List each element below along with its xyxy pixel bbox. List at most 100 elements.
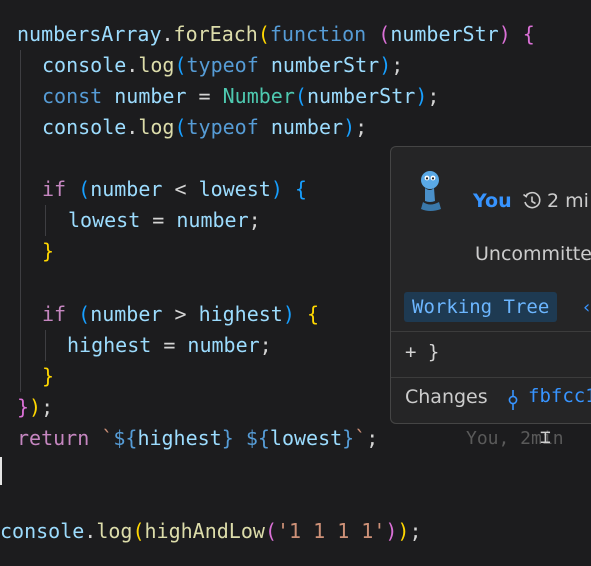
code-token: ( — [257, 22, 270, 46]
code-token: ( — [294, 84, 307, 108]
git-avatar-icon — [421, 171, 441, 211]
code-token: const — [42, 84, 103, 108]
code-token: numberStr — [270, 53, 380, 77]
code-token: ) — [498, 22, 511, 46]
code-line[interactable]: } — [42, 361, 54, 392]
code-token: function — [269, 22, 367, 46]
commit-author[interactable]: You — [473, 190, 512, 212]
code-token: ( — [78, 177, 91, 201]
code-token: ) — [379, 53, 392, 77]
code-token: ) — [397, 519, 410, 543]
code-line[interactable]: console.log(highAndLow('1 1 1 1')); — [0, 516, 422, 547]
code-token: typeof — [186, 53, 259, 77]
code-token: . — [126, 115, 139, 139]
code-line[interactable]: return `${highest} ${lowest}`; — [17, 423, 378, 454]
code-token: Number — [222, 84, 295, 108]
code-line[interactable]: if (number > highest) { — [42, 299, 319, 330]
code-token: console — [42, 115, 127, 139]
code-line[interactable]: } — [42, 236, 54, 267]
code-token: ; — [391, 53, 404, 77]
code-token: ; — [409, 519, 422, 543]
code-line[interactable]: console.log(typeof numberStr); — [42, 50, 403, 81]
code-token: ; — [41, 395, 54, 419]
divider — [391, 377, 591, 378]
git-blame-hover-card[interactable]: You 2 mi Uncommitte Working Tree ‹ + } C… — [390, 146, 591, 424]
code-token: ${ — [245, 426, 270, 450]
changes-label: Changes — [405, 386, 488, 408]
code-line[interactable]: highest = number; — [67, 330, 272, 361]
code-token: number — [176, 208, 249, 232]
code-token: } — [17, 395, 30, 419]
code-line[interactable]: lowest = number; — [68, 205, 261, 236]
code-token: ) — [270, 177, 283, 201]
code-token: lowest — [269, 426, 343, 450]
code-token: numberStr — [390, 22, 499, 46]
code-line[interactable]: console.log(typeof number); — [42, 112, 367, 143]
code-token: } — [42, 364, 55, 388]
code-token: number — [187, 333, 260, 357]
code-token: ) — [343, 115, 356, 139]
code-token: log — [138, 53, 175, 77]
commit-message: Uncommitte — [475, 243, 591, 265]
code-token: . — [161, 22, 174, 46]
code-token: ${ — [113, 426, 138, 450]
code-token: return — [17, 426, 90, 450]
code-token: { — [294, 177, 307, 201]
code-token: console — [42, 53, 127, 77]
code-line[interactable]: const number = Number(numberStr); — [42, 81, 439, 112]
code-line[interactable]: }); — [17, 392, 53, 423]
code-token: = — [140, 208, 177, 232]
working-tree-tag[interactable]: Working Tree — [404, 292, 558, 322]
code-token: highAndLow — [144, 519, 265, 543]
text-cursor-icon: ⌶ — [540, 427, 551, 448]
code-token: highest — [198, 302, 283, 326]
code-token: . — [126, 53, 139, 77]
code-token: { — [306, 302, 319, 326]
code-token: number — [90, 177, 163, 201]
code-token: console — [0, 519, 85, 543]
code-token: = — [151, 333, 188, 357]
history-clock-icon — [523, 191, 541, 209]
code-token: highest — [137, 426, 222, 450]
code-token: ) — [282, 302, 295, 326]
code-token: ) — [385, 519, 398, 543]
code-token: ` — [354, 426, 367, 450]
code-token: highest — [67, 333, 152, 357]
code-token: ; — [355, 115, 368, 139]
indent-guide — [45, 330, 46, 361]
code-line[interactable]: if (number < lowest) { — [42, 174, 307, 205]
code-token: ( — [264, 519, 277, 543]
code-token: ) — [29, 395, 42, 419]
code-token: numberStr — [306, 84, 416, 108]
git-commit-icon — [508, 390, 518, 410]
diff-preview: + } — [405, 341, 440, 363]
code-token: log — [138, 115, 175, 139]
code-token: } — [221, 426, 234, 450]
indent-guide — [45, 205, 46, 236]
code-token: ; — [248, 208, 261, 232]
commit-hash-link[interactable]: fbfcc1 — [528, 385, 591, 407]
code-token: < — [162, 177, 199, 201]
code-line[interactable]: numbersArray.forEach(function (numberStr… — [17, 19, 535, 50]
code-token: forEach — [173, 22, 258, 46]
code-token: number — [90, 302, 163, 326]
indent-guide — [20, 50, 21, 392]
code-token: ; — [427, 84, 440, 108]
code-token: } — [42, 239, 55, 263]
code-token: ; — [259, 333, 272, 357]
code-token: number — [270, 115, 344, 139]
code-token: ( — [378, 22, 391, 46]
code-token: if — [42, 302, 67, 326]
code-token: ` — [101, 426, 114, 450]
code-token: ( — [78, 302, 91, 326]
code-token: '1 1 1 1' — [276, 519, 386, 543]
divider — [391, 331, 591, 332]
